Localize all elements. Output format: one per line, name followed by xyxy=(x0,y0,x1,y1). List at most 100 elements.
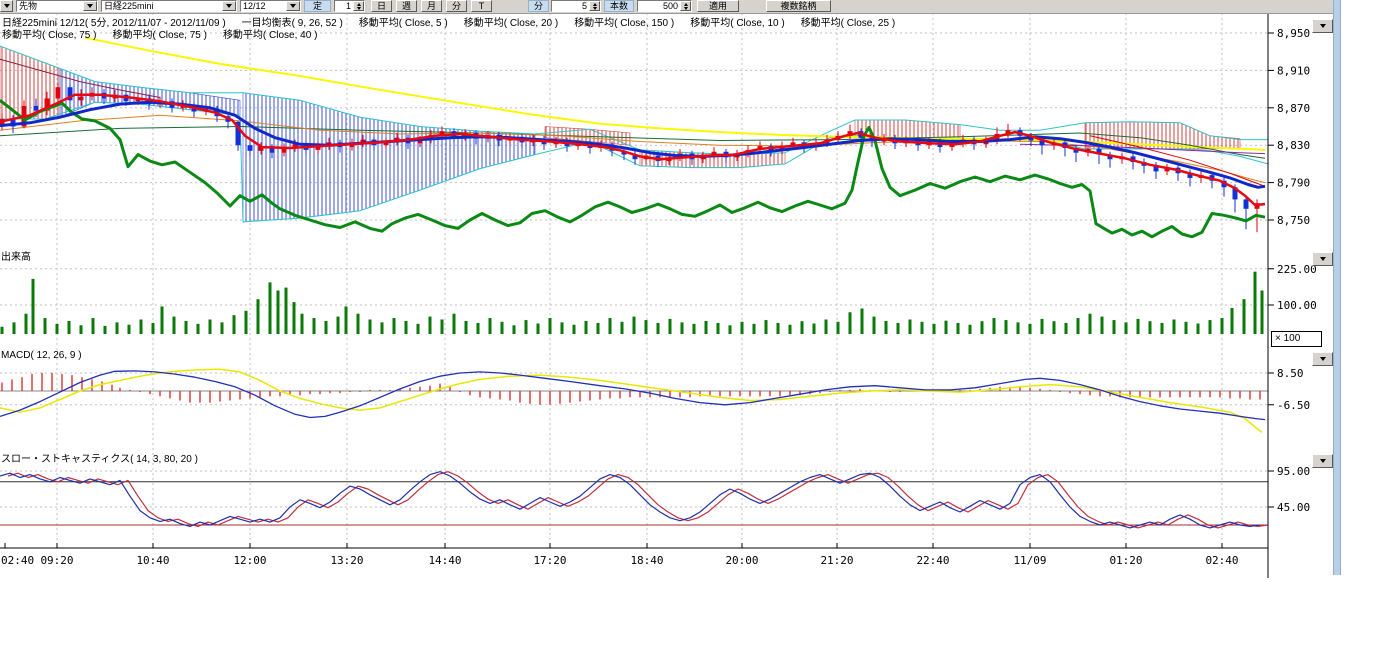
contract-month-value: 12/12 xyxy=(241,1,286,11)
chevron-down-icon xyxy=(1320,257,1326,261)
time-tick-label: 22:40 xyxy=(916,554,949,567)
indicator-label: 移動平均( Close, 75 ) xyxy=(2,26,96,41)
instrument-type-combobox[interactable]: 先物 xyxy=(16,0,98,12)
trading-chart-window: 先物 日経225mini 12/12 定 1 日 週 月 分 T 分 5 本数 … xyxy=(0,0,1392,656)
time-tick-label: 14:40 xyxy=(428,554,461,567)
chevron-down-icon xyxy=(1320,459,1326,463)
apply-button[interactable]: 適用 xyxy=(697,0,739,12)
axis-tick-label: 8,830 xyxy=(1277,139,1310,152)
axis-tick-label: 8,790 xyxy=(1277,177,1310,190)
chevron-down-icon xyxy=(4,4,10,8)
time-tick-label: 20:00 xyxy=(725,554,758,567)
axis-tick-label: 8,870 xyxy=(1277,102,1310,115)
chevron-down-icon xyxy=(290,4,296,8)
indicator-label: 移動平均( Close, 75 ) xyxy=(112,26,206,41)
contract-month-combobox[interactable]: 12/12 xyxy=(240,0,301,12)
background-series xyxy=(0,38,1268,222)
bars-count-value: 500 xyxy=(661,1,680,11)
chevron-down-icon xyxy=(87,4,93,8)
indicator-label: 移動平均( Close, 150 ) xyxy=(574,14,674,29)
instrument-value: 日経225mini xyxy=(102,1,222,11)
axis-tick-label: 100.00 xyxy=(1277,299,1317,312)
axis-tick-label: 225.00 xyxy=(1277,263,1317,276)
time-tick-label: 09:20 xyxy=(40,554,73,567)
axis-tick-label: 45.00 xyxy=(1277,501,1310,514)
instrument-type-value: 先物 xyxy=(17,1,83,11)
axis-tick-label: 8,750 xyxy=(1277,214,1310,227)
instrument-combobox[interactable]: 日経225mini xyxy=(101,0,237,12)
indicator-label: 移動平均( Close, 10 ) xyxy=(690,14,784,29)
period-button-minute[interactable]: 分 xyxy=(446,0,467,12)
cont-month-dropdown-button[interactable] xyxy=(286,1,300,11)
period-button-month[interactable]: 月 xyxy=(421,0,442,12)
chevron-down-icon xyxy=(1320,357,1326,361)
interval-label: 分 xyxy=(528,0,549,12)
period-button-tick[interactable]: T xyxy=(471,0,492,12)
time-tick-label: 10:40 xyxy=(136,554,169,567)
bars-count-spinner[interactable]: 500 xyxy=(637,0,692,12)
stoch-panel-dropdown-button[interactable] xyxy=(1312,454,1333,468)
multi-symbol-button[interactable]: 複数銘柄 xyxy=(766,0,831,12)
axis-tick-label: -6.50 xyxy=(1277,399,1310,412)
time-tick-label: 01:20 xyxy=(1109,554,1142,567)
spinner-buttons[interactable] xyxy=(680,1,691,11)
chevron-down-icon xyxy=(1320,24,1326,28)
stochastics-panel xyxy=(0,472,1268,528)
chart-title-row-2: 移動平均( Close, 75 ) 移動平均( Close, 75 ) 移動平均( … xyxy=(2,26,317,41)
period-button-week[interactable]: 週 xyxy=(396,0,417,12)
indicator-label: 移動平均( Close, 20 ) xyxy=(464,14,558,29)
volume-panel-label: 出来高 xyxy=(1,248,31,263)
time-tick-label: 21:20 xyxy=(820,554,853,567)
interval-spinner[interactable]: 5 xyxy=(551,0,601,12)
time-tick-label: 13:20 xyxy=(330,554,363,567)
spin-up-icon xyxy=(357,3,361,6)
time-axis-labels: 02:40 09:20 10:40 12:00 13:20 14:40 17:20 18:40… xyxy=(1,543,1239,567)
vertical-splitter-scrollbar[interactable] xyxy=(1333,0,1341,575)
spin-up-icon xyxy=(593,3,597,6)
indicator-labels-row-1: 一目均衡表( 9, 26, 52 )移動平均( Close, 5 )移動平均( … xyxy=(242,14,895,29)
axis-tick-label: 8,910 xyxy=(1277,64,1310,77)
sash-label: 定 xyxy=(304,0,331,12)
overlay-series xyxy=(0,95,1265,237)
macd-panel-label: MACD( 12, 26, 9 ) xyxy=(1,350,82,361)
indicator-label: 移動平均( Close, 5 ) xyxy=(359,14,448,29)
time-tick-label: 18:40 xyxy=(630,554,663,567)
partial-combo-dropdown-button[interactable] xyxy=(0,0,13,12)
indicator-label: 移動平均( Close, 40 ) xyxy=(223,26,317,41)
stoch-axis-labels: 95.00 45.00 xyxy=(1268,465,1310,514)
macd-axis-labels: 8.50 -6.50 xyxy=(1268,367,1310,412)
instrument-dropdown-button[interactable] xyxy=(222,1,236,11)
spin-down-icon xyxy=(357,7,361,10)
spinner-buttons[interactable] xyxy=(589,1,600,11)
axis-tick-label: 8.50 xyxy=(1277,367,1304,380)
indicator-labels-row-2: 移動平均( Close, 75 ) 移動平均( Close, 75 ) 移動平均( … xyxy=(2,26,317,41)
axis-tick-label: 95.00 xyxy=(1277,465,1310,478)
spinner-buttons[interactable] xyxy=(353,1,364,11)
time-tick-label: 11/09 xyxy=(1013,554,1046,567)
spin-down-icon xyxy=(593,7,597,10)
time-tick-label: 12:00 xyxy=(233,554,266,567)
volume-axis-labels: 225.00 100.00 xyxy=(1268,263,1317,312)
chart-canvas: 8,950 8,910 8,870 8,830 8,790 8,750 225.00 100.… xyxy=(0,0,1392,656)
price-panel xyxy=(0,38,1268,237)
toolbar: 先物 日経225mini 12/12 定 1 日 週 月 分 T 分 5 本数 … xyxy=(0,0,1333,14)
sash-spinner[interactable]: 1 xyxy=(334,0,365,12)
macd-panel-dropdown-button[interactable] xyxy=(1312,352,1333,366)
price-axis-labels: 8,950 8,910 8,870 8,830 8,790 8,750 xyxy=(1268,27,1310,227)
stochastics-panel-label: スロー・ストキャスティクス( 14, 3, 80, 20 ) xyxy=(1,450,198,465)
time-tick-label: 02:40 xyxy=(1,554,34,567)
period-button-day[interactable]: 日 xyxy=(371,0,392,12)
axis-tick-label: 8,950 xyxy=(1277,27,1310,40)
volume-multiplier-badge: × 100 xyxy=(1271,331,1322,347)
volume-panel-dropdown-button[interactable] xyxy=(1312,252,1333,266)
time-tick-label: 17:20 xyxy=(533,554,566,567)
macd-panel xyxy=(0,369,1268,432)
instrument-type-dropdown-button[interactable] xyxy=(83,1,97,11)
chevron-down-icon xyxy=(226,4,232,8)
bars-count-label: 本数 xyxy=(604,0,634,12)
volume-panel xyxy=(2,272,1262,334)
price-panel-dropdown-button[interactable] xyxy=(1312,19,1333,33)
time-tick-label: 02:40 xyxy=(1205,554,1238,567)
spin-down-icon xyxy=(684,7,688,10)
sash-spinner-value: 1 xyxy=(344,1,353,11)
